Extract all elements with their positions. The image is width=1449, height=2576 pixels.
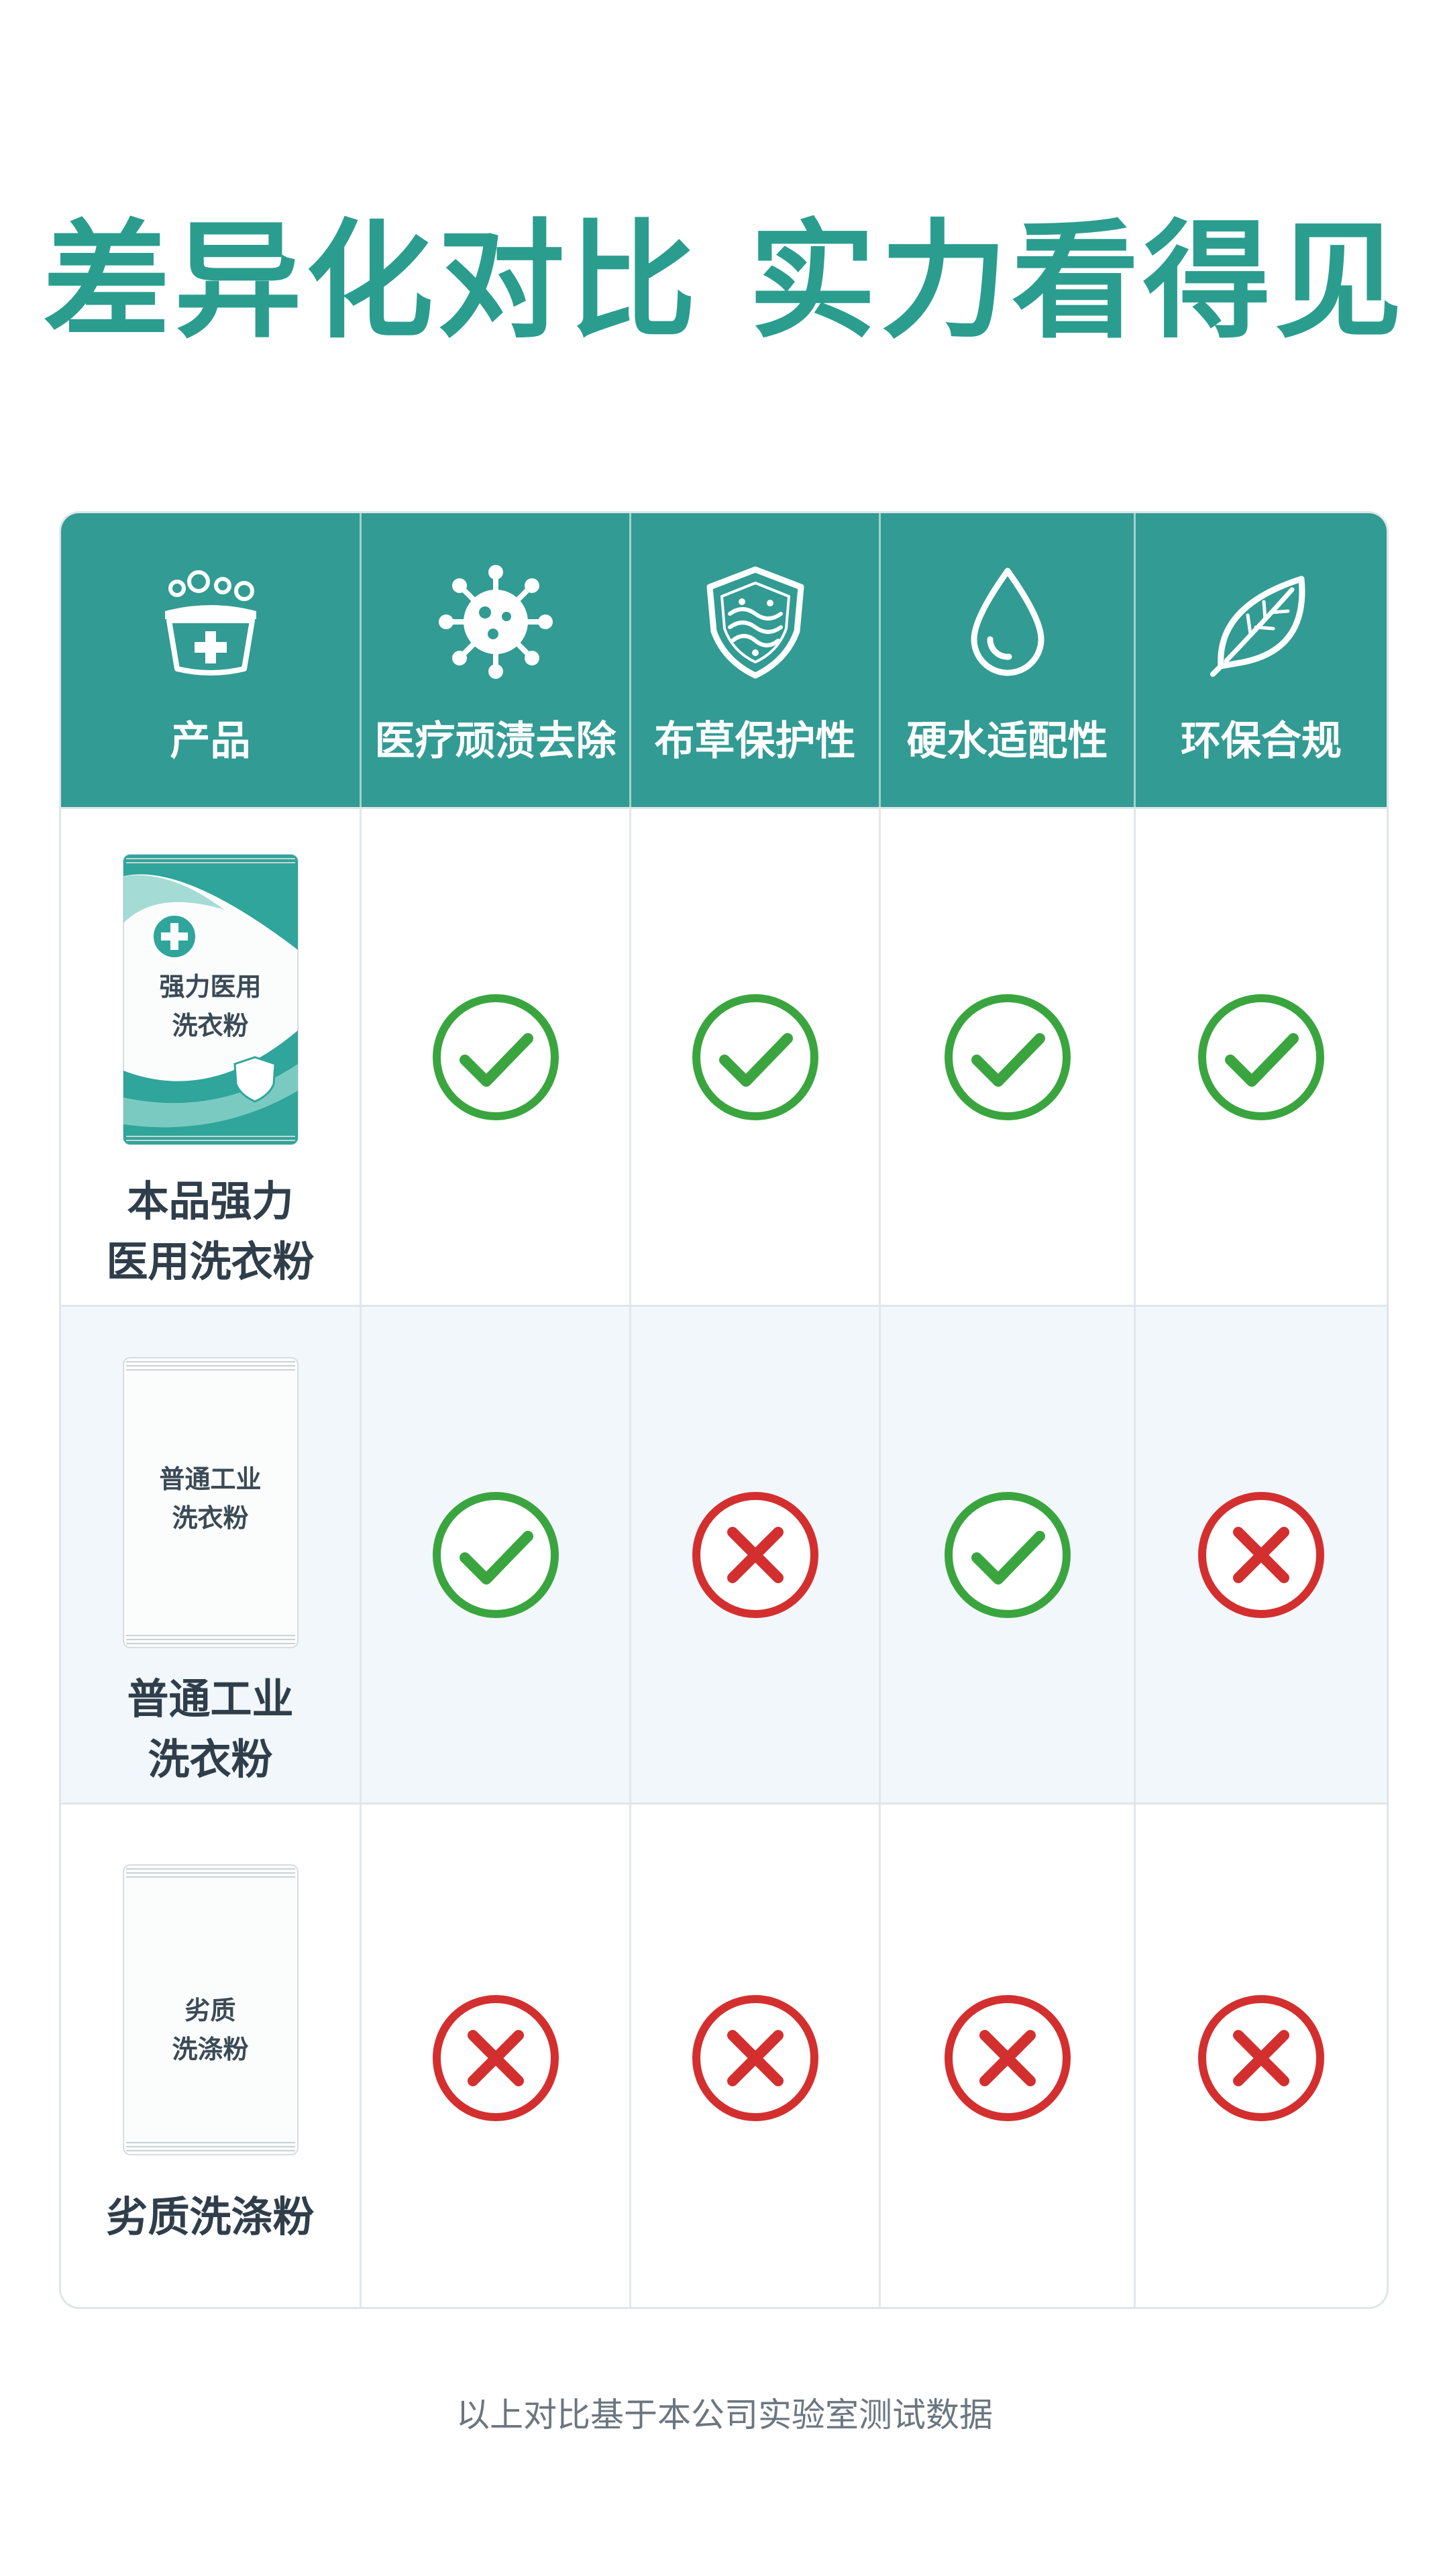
result-cell: [360, 809, 629, 1305]
result-cell: [879, 1307, 1134, 1803]
header-cell-hard-water: 硬水适配性: [879, 513, 1134, 807]
pack-label-line1: 劣质: [184, 1996, 236, 2025]
header-label-eco-compliance: 环保合规: [1181, 718, 1342, 765]
result-cell: [360, 1805, 629, 2307]
header-label-fabric-protection: 布草保护性: [654, 718, 856, 765]
header-cell-stain-removal: 医疗顽渍去除: [360, 513, 629, 807]
product-package-image: 劣质 洗涤粉: [117, 1860, 305, 2161]
product-name-line1: 普通工业: [127, 1674, 294, 1723]
table-row: 强力医用 洗衣粉 本品强力 医用洗衣粉: [61, 807, 1387, 1305]
check-icon: [941, 1488, 1075, 1622]
check-icon: [429, 990, 563, 1124]
product-name-line1: 本品强力: [127, 1177, 294, 1226]
table-header: 产品 医疗顽渍去除 布草保护性 硬水适配性 环保合规: [61, 513, 1387, 807]
pack-label-line1: 强力医用: [159, 972, 262, 1002]
result-cell: [879, 1805, 1134, 2307]
result-cell: [629, 1805, 879, 2307]
header-label-stain-removal: 医疗顽渍去除: [374, 718, 616, 765]
product-cell: 普通工业 洗衣粉 普通工业 洗衣粉: [61, 1307, 360, 1803]
table-row: 普通工业 洗衣粉 普通工业 洗衣粉: [61, 1305, 1387, 1803]
footnote: 以上对比基于本公司实验室测试数据: [456, 2396, 993, 2434]
water-drop-icon: [947, 561, 1068, 682]
header-cell-eco-compliance: 环保合规: [1134, 513, 1387, 807]
header-label-hard-water: 硬水适配性: [906, 718, 1108, 765]
shield-fabric-icon: [695, 561, 816, 682]
header-cell-fabric-protection: 布草保护性: [629, 513, 879, 807]
result-cell: [1134, 1307, 1387, 1803]
result-cell: [1134, 1805, 1387, 2307]
product-name-line1: 劣质洗涤粉: [106, 2192, 315, 2241]
pack-label-line1: 普通工业: [159, 1464, 262, 1494]
product-name-line2: 医用洗衣粉: [106, 1237, 315, 1286]
table-row: 劣质 洗涤粉 劣质洗涤粉: [61, 1803, 1387, 2307]
pack-label-line2: 洗涤粉: [172, 2035, 249, 2064]
product-cell: 强力医用 洗衣粉 本品强力 医用洗衣粉: [61, 809, 360, 1305]
comparison-table: 产品 医疗顽渍去除 布草保护性 硬水适配性 环保合规 强力医用 洗衣粉 本品强力…: [59, 511, 1389, 2309]
check-icon: [1194, 990, 1328, 1124]
result-cell: [879, 809, 1134, 1305]
virus-icon: [435, 561, 556, 682]
result-cell: [360, 1307, 629, 1803]
header-label-product: 产品: [170, 718, 251, 765]
product-package-image: 强力医用 洗衣粉: [117, 849, 305, 1151]
product-cell: 劣质 洗涤粉 劣质洗涤粉: [61, 1805, 360, 2307]
result-cell: [629, 1307, 879, 1803]
leaf-icon: [1201, 561, 1322, 682]
cross-icon: [429, 1991, 563, 2125]
cross-icon: [688, 1488, 822, 1622]
cross-icon: [941, 1991, 1075, 2125]
header-cell-product: 产品: [61, 513, 360, 807]
check-icon: [941, 990, 1075, 1124]
result-cell: [629, 809, 879, 1305]
cross-icon: [1194, 1991, 1328, 2125]
pack-label-line2: 洗衣粉: [172, 1011, 249, 1040]
check-icon: [429, 1488, 563, 1622]
product-package-image: 普通工业 洗衣粉: [117, 1352, 305, 1654]
cross-icon: [1194, 1488, 1328, 1622]
page-title: 差异化对比 实力看得见: [42, 207, 1407, 356]
product-name-line2: 洗衣粉: [148, 1735, 273, 1784]
cross-icon: [688, 1991, 822, 2125]
check-icon: [688, 990, 822, 1124]
pack-label-line2: 洗衣粉: [172, 1503, 249, 1533]
result-cell: [1134, 809, 1387, 1305]
basin-plus-icon: [150, 561, 271, 682]
